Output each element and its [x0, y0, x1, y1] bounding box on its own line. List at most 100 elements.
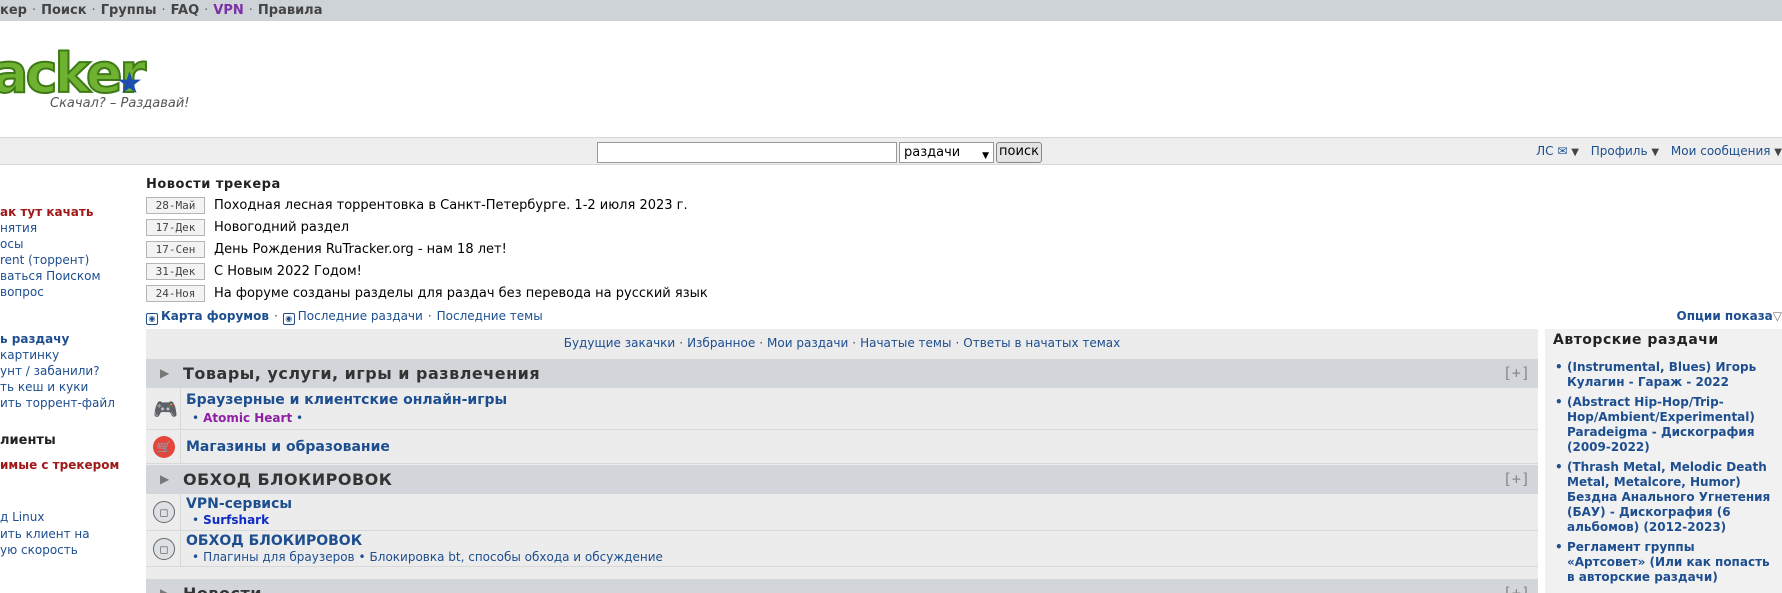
expand-triangle-icon: ▶	[160, 366, 170, 380]
nav-rules[interactable]: Правила	[258, 3, 323, 18]
search-button[interactable]: поиск	[996, 142, 1042, 163]
sidebar-link-speed[interactable]: ую скорость	[0, 543, 78, 558]
search-input[interactable]	[597, 142, 897, 163]
chevron-down-icon: ▽	[1772, 309, 1782, 323]
author-releases-title: Авторские раздачи	[1553, 332, 1719, 348]
view-options-link[interactable]: Опции показа▽	[1677, 309, 1782, 323]
sidebar-link-questions[interactable]: осы	[0, 237, 23, 252]
future-downloads-link[interactable]: Будущие закачки	[564, 336, 676, 350]
rss-icon[interactable]: ◉	[146, 313, 158, 325]
category-header[interactable]: ▶ Новости [+]	[146, 579, 1538, 593]
category-title[interactable]: Товары, услуги, игры и развлечения	[183, 364, 540, 383]
subforum-link[interactable]: Плагины для браузеров	[203, 550, 355, 564]
sidebar-heading-clients: лиенты	[0, 433, 56, 448]
nav-faq[interactable]: FAQ	[171, 3, 200, 18]
news-link[interactable]: С Новым 2022 Годом!	[214, 264, 362, 279]
forum-title[interactable]: Браузерные и клиентские онлайн-игры	[186, 392, 507, 408]
forum-row: ◻ ОБХОД БЛОКИРОВОК • Плагины для браузеро…	[146, 532, 1538, 567]
sidebar-link-client-setup[interactable]: ить клиент на	[0, 527, 90, 542]
sidebar-link-create-release[interactable]: ь раздачу	[0, 332, 69, 347]
category-header[interactable]: ▶ ОБХОД БЛОКИРОВОК [+]	[146, 465, 1538, 494]
caret-down-icon: ▼	[1774, 147, 1782, 158]
forum-links-bar: ◉ Карта форумов · ◉ Последние раздачи · Послед…	[146, 309, 1782, 327]
sidebar-link-how-to-download[interactable]: ак тут качать	[0, 205, 93, 220]
search-scope-select[interactable]: раздачи ▼	[899, 142, 994, 163]
author-release-link[interactable]: (Thrash Metal, Melodic Death Metal, Meta…	[1555, 460, 1777, 535]
news-link[interactable]: На форуме созданы разделы для раздач без…	[214, 286, 708, 301]
category-toggle[interactable]: [+]	[1503, 470, 1530, 488]
nav-tracker[interactable]: кер	[0, 3, 27, 18]
expand-triangle-icon: ▶	[160, 472, 170, 486]
pm-link[interactable]: ЛС ✉ ▼	[1536, 144, 1579, 158]
category-title[interactable]: Новости	[183, 584, 262, 593]
profile-link[interactable]: Профиль ▼	[1591, 144, 1659, 158]
subforum-link[interactable]: Блокировка bt, способы обхода и обсужден…	[370, 550, 663, 564]
news-item: 28-Май Походная лесная торрентовка в Сан…	[146, 196, 846, 215]
nav-vpn[interactable]: VPN	[213, 3, 243, 18]
nav-separator: ·	[248, 3, 253, 18]
site-logo[interactable]: ackerorg ★ Скачал? – Раздавай!	[0, 44, 232, 118]
forum-map-link[interactable]: Карта форумов	[161, 309, 269, 323]
forum-row: 🛒 Магазины и образование	[146, 431, 1538, 464]
my-releases-link[interactable]: Мои раздачи	[767, 336, 848, 350]
caret-down-icon: ▼	[1651, 147, 1660, 158]
news-item: 17-Дек Новогодний раздел	[146, 218, 846, 237]
sidebar-link-linux[interactable]: д Linux	[0, 510, 44, 525]
sidebar-link-account-banned[interactable]: унт / забанили?	[0, 364, 100, 379]
forum-folder-icon: ◻	[153, 538, 175, 560]
user-menu: ЛС ✉ ▼ Профиль ▼ Мои сообщения ▼	[1528, 144, 1782, 158]
news-item: 31-Дек С Новым 2022 Годом!	[146, 262, 846, 281]
rss-icon[interactable]: ◉	[282, 313, 295, 325]
forum-title[interactable]: ОБХОД БЛОКИРОВОК	[186, 533, 362, 549]
caret-down-icon: ▼	[1571, 147, 1579, 158]
subforum-list: • Atomic Heart •	[192, 411, 304, 425]
category-header[interactable]: ▶ Товары, услуги, игры и развлечения [+]	[146, 359, 1538, 388]
category-title[interactable]: ОБХОД БЛОКИРОВОК	[183, 470, 392, 489]
sidebar-link-search-usage[interactable]: ваться Поиском	[0, 269, 101, 284]
news-date: 17-Дек	[146, 219, 205, 236]
category-toggle[interactable]: [+]	[1503, 584, 1530, 593]
sidebar-link-concepts[interactable]: нятия	[0, 221, 37, 236]
news-date: 24-Ноя	[146, 285, 205, 302]
forum-icon-cell: 🎮	[146, 388, 181, 429]
replies-link[interactable]: Ответы в начатых темах	[963, 336, 1120, 350]
author-releases-list: (Instrumental, Blues) Игорь Кулагин - Га…	[1555, 360, 1777, 590]
gamepad-icon: 🎮	[153, 397, 178, 421]
sidebar-link-picture[interactable]: картинку	[0, 348, 59, 363]
forum-title[interactable]: Магазины и образование	[186, 439, 390, 455]
separator: ·	[759, 336, 764, 350]
nav-groups[interactable]: Группы	[101, 3, 157, 18]
favorites-link[interactable]: Избранное	[687, 336, 755, 350]
sidebar-link-compatible-clients[interactable]: имые с трекером	[0, 458, 119, 473]
news-link[interactable]: Походная лесная торрентовка в Санкт-Пете…	[214, 198, 688, 213]
shopping-cart-icon: 🛒	[153, 436, 175, 458]
news-link[interactable]: Новогодний раздел	[214, 220, 349, 235]
sidebar-link-torrent[interactable]: rent (торрент)	[0, 253, 89, 268]
started-topics-link[interactable]: Начатые темы	[860, 336, 951, 350]
sidebar-link-question[interactable]: вопрос	[0, 285, 44, 300]
news-link[interactable]: День Рождения RuTracker.org - нам 18 лет…	[214, 242, 507, 257]
forum-title[interactable]: VPN-сервисы	[186, 496, 292, 512]
latest-releases-link[interactable]: Последние раздачи	[298, 309, 423, 323]
nav-separator: ·	[91, 3, 96, 18]
sidebar-link-cache-cookies[interactable]: ть кеш и куки	[0, 380, 88, 395]
separator: ·	[427, 309, 432, 323]
subforum-list: • Плагины для браузеров • Блокировка bt, с…	[192, 550, 663, 564]
category-toggle[interactable]: [+]	[1503, 364, 1530, 382]
search-bar: раздачи ▼ поиск ЛС ✉ ▼ Профиль ▼ Мои сооб…	[0, 137, 1782, 165]
sidebar-link-torrent-file[interactable]: ить торрент-файл	[0, 396, 115, 411]
separator: ·	[852, 336, 857, 350]
author-release-link[interactable]: (Abstract Hip-Hop/Trip-Hop/Ambient/Exper…	[1555, 395, 1777, 455]
logo-tagline: Скачал? – Раздавай!	[50, 96, 190, 111]
author-release-link[interactable]: (Instrumental, Blues) Игорь Кулагин - Га…	[1555, 360, 1777, 390]
author-release-link[interactable]: Регламент группы «Артсовет» (Или как поп…	[1555, 540, 1777, 585]
forum-icon-cell: ◻	[146, 532, 181, 566]
nav-search[interactable]: Поиск	[41, 3, 86, 18]
subforum-link[interactable]: Atomic Heart	[203, 411, 292, 425]
nav-separator: ·	[204, 3, 209, 18]
messages-link[interactable]: Мои сообщения ▼	[1671, 144, 1782, 158]
latest-topics-link[interactable]: Последние темы	[437, 309, 543, 323]
news-date: 17-Сен	[146, 241, 205, 258]
subforum-link[interactable]: Surfshark	[203, 513, 269, 527]
news-date: 28-Май	[146, 197, 205, 214]
